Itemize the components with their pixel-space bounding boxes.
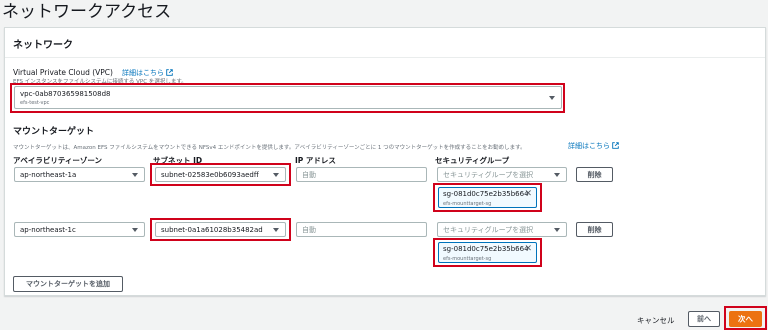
az-select-1-value: ap-northeast-1a — [20, 170, 77, 179]
ip-input-2-placeholder: 自動 — [302, 225, 316, 234]
next-highlight — [724, 306, 767, 330]
remove-button-1-label: 削除 — [587, 170, 602, 179]
sg-select-2[interactable]: セキュリティグループを選択 — [437, 222, 567, 237]
az-select-1[interactable]: ap-northeast-1a — [14, 167, 145, 182]
remove-button-2-label: 削除 — [587, 225, 602, 234]
sg-highlight-1 — [433, 183, 542, 212]
cancel-button[interactable]: キャンセル — [637, 315, 675, 326]
page-title: ネットワークアクセス — [2, 2, 172, 22]
panel-title: ネットワーク — [13, 40, 73, 51]
vpc-info-link-text[interactable]: 詳細はこちら — [122, 69, 164, 77]
sg-select-2-placeholder: セキュリティグループを選択 — [443, 225, 534, 234]
mount-targets-info-link-text[interactable]: 詳細はこちら — [568, 142, 610, 150]
vpc-label: Virtual Private Cloud (VPC) — [13, 68, 113, 77]
mount-targets-description: マウントターゲットは、Amazon EFS ファイルシステムをマウントできる N… — [13, 145, 526, 151]
column-header-ip: IP アドレス — [295, 156, 336, 165]
subnet-highlight-2 — [150, 218, 291, 241]
previous-button-label: 前へ — [697, 315, 711, 323]
vpc-highlight — [10, 83, 565, 113]
panel-header: ネットワーク — [5, 28, 765, 58]
mount-targets-title: マウントターゲット — [13, 127, 95, 137]
column-header-sg: セキュリティグループ — [435, 156, 510, 165]
sg-highlight-2 — [433, 238, 542, 267]
network-panel: ネットワーク Virtual Private Cloud (VPC) 詳細はこち… — [4, 27, 766, 296]
external-link-icon — [612, 142, 619, 149]
previous-button[interactable]: 前へ — [688, 311, 720, 327]
sg-select-1-placeholder: セキュリティグループを選択 — [443, 170, 534, 179]
external-link-icon — [166, 69, 173, 76]
dropdown-caret-icon — [554, 227, 560, 232]
ip-input-1-placeholder: 自動 — [302, 170, 316, 179]
ip-input-2[interactable]: 自動 — [296, 222, 427, 237]
dropdown-caret-icon — [554, 172, 560, 177]
dropdown-caret-icon — [132, 227, 138, 232]
remove-button-1[interactable]: 削除 — [576, 167, 613, 182]
az-select-2[interactable]: ap-northeast-1c — [14, 222, 145, 237]
az-select-2-value: ap-northeast-1c — [20, 225, 76, 234]
add-mount-target-label: マウントターゲットを追加 — [26, 280, 110, 288]
sg-select-1[interactable]: セキュリティグループを選択 — [437, 167, 567, 182]
mount-targets-info-link[interactable]: 詳細はこちら — [568, 141, 619, 151]
column-header-az: アベイラビリティーゾーン — [13, 156, 103, 165]
add-mount-target-button[interactable]: マウントターゲットを追加 — [13, 276, 123, 292]
remove-button-2[interactable]: 削除 — [576, 222, 613, 237]
subnet-highlight-1 — [150, 163, 291, 186]
dropdown-caret-icon — [132, 172, 138, 177]
ip-input-1[interactable]: 自動 — [296, 167, 427, 182]
